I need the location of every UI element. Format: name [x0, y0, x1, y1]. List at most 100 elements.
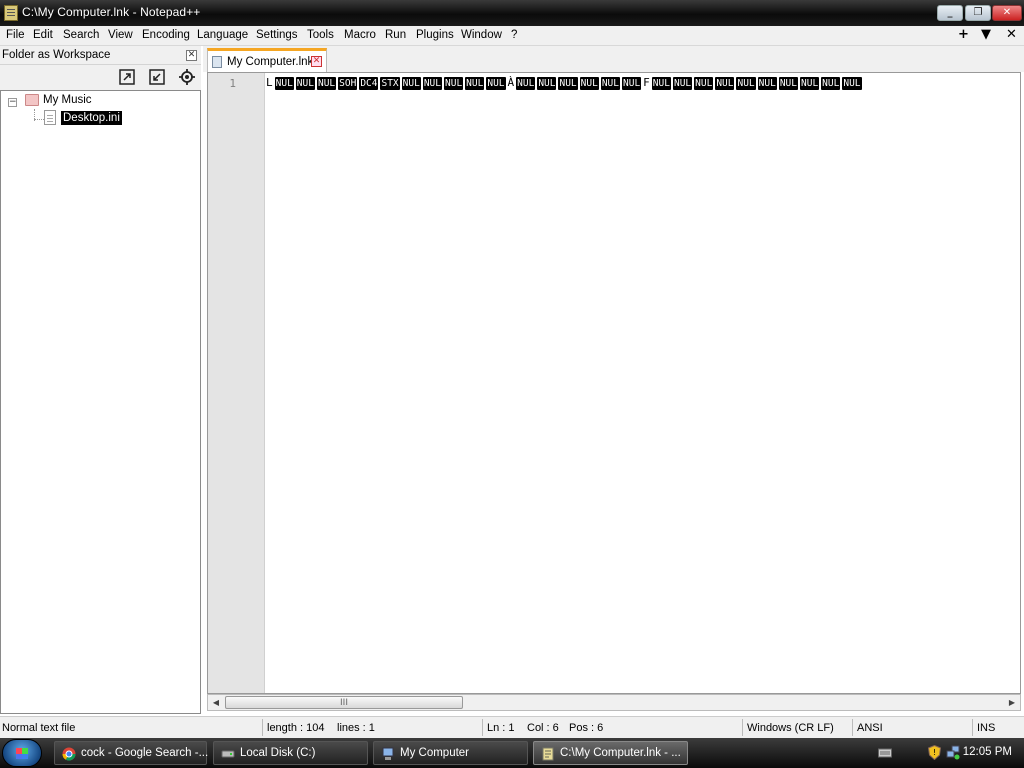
minimize-button[interactable]: _: [937, 5, 963, 21]
tab-bar: My Computer.lnk ✕: [203, 46, 1024, 72]
control-char-token: STX: [380, 77, 400, 90]
restore-button[interactable]: ❐: [965, 5, 991, 21]
menu-file[interactable]: File: [6, 29, 25, 41]
status-encoding: ANSI: [857, 722, 883, 734]
status-bar: Normal text file length : 104 lines : 1 …: [0, 716, 1024, 738]
title-bar: C:\My Computer.lnk - Notepad++ _ ❐ ✕: [0, 0, 1024, 26]
status-lines: lines : 1: [337, 722, 375, 734]
control-char-token: NUL: [558, 77, 578, 90]
chrome-icon: [62, 747, 76, 761]
control-char-token: NUL: [694, 77, 714, 90]
tree-connector: [34, 119, 44, 120]
status-length: length : 104: [267, 722, 325, 734]
collapse-toggle-icon[interactable]: −: [8, 98, 17, 107]
control-char-token: NUL: [274, 77, 294, 90]
folder-icon: [25, 94, 39, 106]
scroll-left-icon[interactable]: ◀: [209, 697, 223, 709]
notepadpp-app-icon[interactable]: [4, 5, 18, 21]
control-char-token: NUL: [715, 77, 735, 90]
folder-tree[interactable]: − My Music Desktop.ini: [0, 90, 201, 714]
window-title: C:\My Computer.lnk - Notepad++: [22, 5, 201, 19]
text-char-token: À: [507, 76, 515, 89]
dropdown-icon[interactable]: ▼: [981, 27, 991, 42]
control-char-token: NUL: [757, 77, 777, 90]
tab-my-computer-lnk[interactable]: My Computer.lnk ✕: [207, 48, 327, 72]
control-char-token: NUL: [444, 77, 464, 90]
scroll-right-icon[interactable]: ▶: [1005, 697, 1019, 709]
menu-plugins[interactable]: Plugins: [416, 29, 454, 41]
taskbar: cock - Google Search -... Local Disk (C:…: [0, 738, 1024, 768]
tree-folder-my-music[interactable]: My Music: [43, 94, 92, 106]
close-doc-icon[interactable]: ✕: [1006, 27, 1017, 42]
taskbar-button-my-computer[interactable]: My Computer: [373, 741, 528, 765]
control-char-token: NUL: [486, 77, 506, 90]
control-char-token: NUL: [422, 77, 442, 90]
start-button[interactable]: [2, 739, 42, 767]
menu-window[interactable]: Window: [461, 29, 502, 41]
keyboard-icon[interactable]: [878, 747, 892, 759]
control-char-token: NUL: [651, 77, 671, 90]
menu-help[interactable]: ?: [511, 29, 517, 41]
line-number-gutter: 1: [208, 73, 265, 693]
control-char-token: NUL: [842, 77, 862, 90]
folder-workspace-panel: Folder as Workspace ✕ − My Music Desktop…: [0, 46, 201, 714]
code-line[interactable]: L NUL NUL NUL SOH DC4 STX NUL NUL NUL NUL NUL À NUL NU…: [266, 76, 864, 90]
status-insert-mode: INS: [977, 722, 996, 734]
menu-view[interactable]: View: [108, 29, 133, 41]
taskbar-button-local-disk[interactable]: Local Disk (C:): [213, 741, 368, 765]
control-char-token: NUL: [736, 77, 756, 90]
control-char-token: NUL: [295, 77, 315, 90]
text-editor[interactable]: 1 L NUL NUL NUL SOH DC4 STX NUL NUL NUL NUL NUL À NUL…: [207, 72, 1021, 694]
status-col: Col : 6: [527, 722, 559, 734]
control-char-token: NUL: [821, 77, 841, 90]
notepadpp-icon: [542, 747, 554, 761]
text-char-token: L: [266, 76, 273, 89]
horizontal-scrollbar[interactable]: ◀ III ▶: [207, 694, 1021, 711]
drive-icon: [221, 750, 235, 758]
menu-search[interactable]: Search: [63, 29, 99, 41]
document-icon: [212, 56, 222, 68]
menu-language[interactable]: Language: [197, 29, 248, 41]
control-char-token: NUL: [316, 77, 337, 90]
tree-file-desktop-ini[interactable]: Desktop.ini: [61, 111, 122, 125]
status-ln: Ln : 1: [487, 722, 515, 734]
menu-tools[interactable]: Tools: [307, 29, 334, 41]
collapse-all-icon[interactable]: [148, 68, 166, 86]
line-number: 1: [229, 77, 236, 90]
control-char-token: NUL: [537, 77, 557, 90]
status-divider: [482, 719, 483, 736]
expand-all-icon[interactable]: [118, 68, 136, 86]
control-char-token: NUL: [401, 77, 421, 90]
menu-encoding[interactable]: Encoding: [142, 29, 190, 41]
status-divider: [262, 719, 263, 736]
panel-close-icon[interactable]: ✕: [186, 50, 197, 61]
menu-run[interactable]: Run: [385, 29, 406, 41]
taskbar-label: cock - Google Search -...: [81, 747, 209, 759]
control-char-token: NUL: [465, 77, 485, 90]
control-char-token: NUL: [778, 77, 798, 90]
network-icon[interactable]: [946, 745, 960, 760]
clock[interactable]: 12:05 PM: [963, 746, 1012, 758]
scrollbar-thumb[interactable]: III: [225, 696, 463, 709]
locate-file-icon[interactable]: [178, 68, 196, 86]
control-char-token: NUL: [579, 77, 599, 90]
status-pos: Pos : 6: [569, 722, 604, 734]
status-eol: Windows (CR LF): [747, 722, 834, 734]
control-char-token: NUL: [800, 77, 820, 90]
close-window-button[interactable]: ✕: [992, 5, 1022, 21]
taskbar-button-notepadpp[interactable]: C:\My Computer.lnk - ...: [533, 741, 688, 765]
tab-close-icon[interactable]: ✕: [311, 56, 322, 67]
security-shield-icon[interactable]: !: [928, 745, 941, 760]
menu-settings[interactable]: Settings: [256, 29, 298, 41]
menu-bar: File Edit Search View Encoding Language …: [0, 26, 1024, 46]
control-char-token: NUL: [600, 77, 620, 90]
menu-edit[interactable]: Edit: [33, 29, 53, 41]
add-icon[interactable]: +: [958, 27, 969, 42]
menu-macro[interactable]: Macro: [344, 29, 376, 41]
close-icon: ✕: [1002, 7, 1012, 18]
control-char-token: DC4: [359, 77, 379, 90]
folder-workspace-header: Folder as Workspace ✕: [0, 46, 201, 65]
svg-text:!: !: [933, 748, 936, 757]
text-char-token: F: [643, 76, 650, 89]
taskbar-button-chrome[interactable]: cock - Google Search -...: [54, 741, 209, 765]
